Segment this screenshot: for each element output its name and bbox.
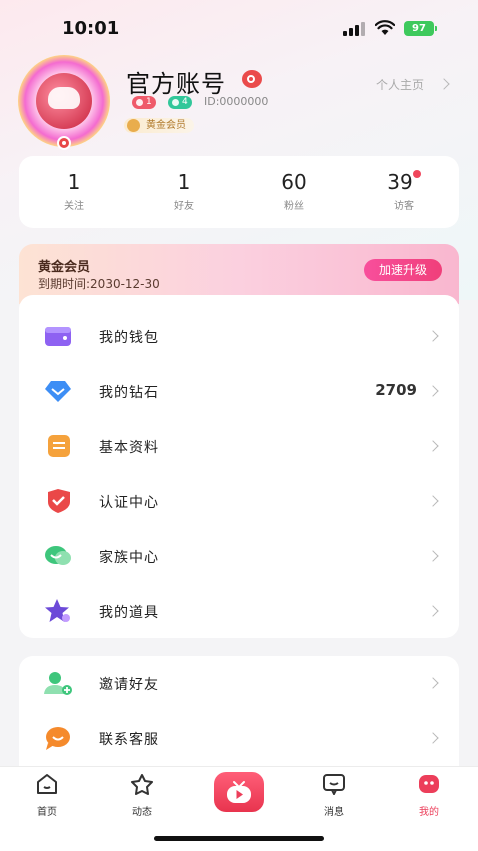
menu-item-customer-service[interactable]: 联系客服: [19, 711, 459, 766]
stats-card: 1 关注 1 好友 60 粉丝 39 访客: [19, 156, 459, 228]
level-icon: [136, 99, 143, 106]
status-time: 10:01: [62, 18, 120, 39]
stat-label: 粉丝: [284, 201, 304, 212]
home-icon: [37, 774, 57, 794]
vip-tag: 黄金会员: [124, 118, 194, 133]
menu-label: 联系客服: [99, 732, 159, 748]
tab-messages[interactable]: 消息: [304, 773, 364, 818]
chevron-right-icon: [427, 385, 439, 397]
menu-item-verify[interactable]: 认证中心: [19, 474, 459, 529]
tab-me[interactable]: 我的: [399, 773, 459, 818]
menu-item-wallet[interactable]: 我的钱包: [19, 309, 459, 364]
menu-item-invite[interactable]: 邀请好友: [19, 656, 459, 711]
customer-service-icon: [46, 727, 70, 750]
official-badge-icon: [242, 70, 262, 88]
menu-label: 家族中心: [99, 550, 159, 566]
chevron-right-icon: [427, 677, 439, 689]
menu-card: 我的钱包 我的钻石 2709 基本资料 认证中心 家族中心 我的道具: [19, 295, 459, 638]
stat-fans[interactable]: 60 粉丝: [239, 170, 349, 212]
chevron-right-icon: [427, 732, 439, 744]
props-star-icon: [45, 599, 70, 622]
wallet-icon: [45, 327, 71, 346]
stat-visitors[interactable]: 39 访客: [349, 170, 459, 212]
invite-friend-icon: [44, 672, 72, 695]
tab-label: 消息: [324, 807, 344, 818]
signal-icon: [343, 22, 365, 36]
chevron-right-icon: [427, 495, 439, 507]
family-icon: [45, 546, 71, 565]
tab-label: 我的: [419, 807, 439, 818]
stat-number: 1: [67, 170, 81, 194]
chevron-right-icon: [427, 440, 439, 452]
stat-label: 访客: [394, 201, 414, 212]
stat-label: 好友: [174, 201, 194, 212]
stat-number: 1: [177, 170, 191, 194]
diamond-balance: 2709: [375, 381, 417, 399]
live-tv-button[interactable]: [214, 772, 264, 812]
chevron-right-icon: [427, 605, 439, 617]
stat-following[interactable]: 1 关注: [19, 170, 129, 212]
charm-icon: [172, 99, 179, 106]
home-indicator: [154, 836, 324, 841]
chevron-right-icon: [427, 550, 439, 562]
stat-friends[interactable]: 1 好友: [129, 170, 239, 212]
menu-label: 我的钻石: [99, 385, 159, 401]
me-icon: [419, 775, 439, 793]
tab-label: 首页: [37, 807, 57, 818]
menu-label: 我的道具: [99, 605, 159, 621]
verify-shield-icon: [48, 489, 70, 513]
tab-moments[interactable]: 动态: [112, 773, 172, 818]
user-id: ID:0000000: [204, 95, 269, 108]
new-visitor-dot: [412, 170, 421, 178]
level-badge-red: 1: [132, 96, 156, 109]
menu-label: 认证中心: [99, 495, 159, 511]
message-icon: [323, 774, 345, 797]
profile-info-icon: [48, 435, 70, 457]
menu-item-family[interactable]: 家族中心: [19, 529, 459, 584]
avatar-status-icon: [57, 136, 71, 150]
vip-title: 黄金会员: [38, 260, 91, 275]
upgrade-button[interactable]: 加速升级: [364, 259, 442, 281]
menu-item-diamond[interactable]: 我的钻石 2709: [19, 364, 459, 419]
live-tv-icon: [227, 781, 251, 803]
chevron-right-icon: [427, 330, 439, 342]
menu-label: 邀请好友: [99, 677, 159, 693]
level-badge-green: 4: [168, 96, 192, 109]
stat-number: 60: [281, 170, 307, 194]
avatar-hands-icon: [48, 87, 80, 109]
menu-label: 我的钱包: [99, 330, 159, 346]
menu-item-profile-info[interactable]: 基本资料: [19, 419, 459, 474]
menu-label: 基本资料: [99, 440, 159, 456]
stat-label: 关注: [64, 201, 84, 212]
nickname: 官方账号: [126, 70, 226, 98]
moments-icon: [131, 774, 153, 795]
vip-expire-date: 到期时间:2030-12-30: [38, 277, 160, 291]
tab-label: 动态: [132, 807, 152, 818]
tab-home[interactable]: 首页: [17, 773, 77, 818]
vip-crown-icon: [127, 119, 140, 132]
menu-item-props[interactable]: 我的道具: [19, 584, 459, 639]
diamond-icon: [45, 381, 71, 402]
battery-icon: 97: [404, 21, 437, 36]
personal-homepage-link[interactable]: 个人主页: [376, 76, 424, 93]
stat-number: 39: [387, 170, 421, 194]
wifi-icon: [375, 20, 395, 35]
avatar[interactable]: [18, 55, 110, 147]
